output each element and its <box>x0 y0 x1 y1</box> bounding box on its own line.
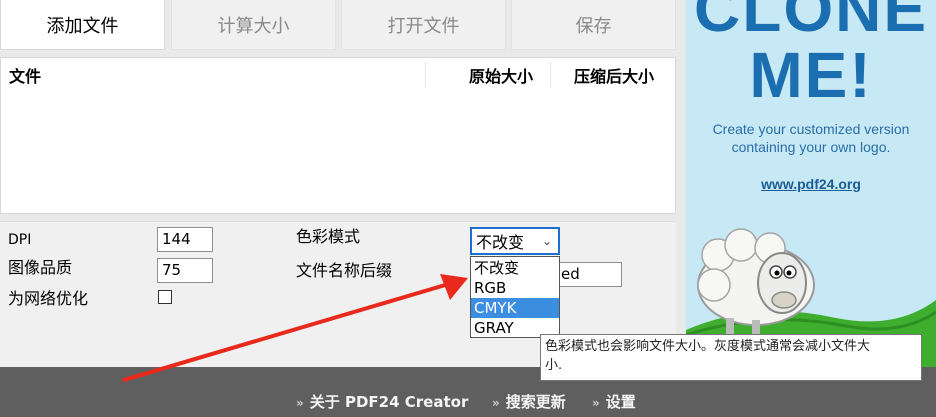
color-mode-select[interactable]: 不改变 ⌄ <box>470 227 560 255</box>
settings-label: 设置 <box>605 393 636 411</box>
about-link[interactable]: » 关于 PDF24 Creator <box>296 391 468 412</box>
file-list-header: 文件 原始大小 压缩后大小 <box>1 58 675 92</box>
color-mode-tooltip: 色彩模式也会影响文件大小。灰度模式通常会减小文件大 小. <box>540 334 922 381</box>
sheep-mascot-illustration <box>686 228 936 367</box>
open-file-button[interactable]: 打开文件 <box>341 0 506 50</box>
web-optimize-label: 为网络优化 <box>8 289 89 308</box>
column-divider <box>550 62 551 88</box>
chevron-right-icon: » <box>492 396 500 410</box>
column-header-compressed-size[interactable]: 压缩后大小 <box>574 58 654 92</box>
settings-link[interactable]: » 设置 <box>592 391 636 412</box>
filename-suffix-label: 文件名称后缀 <box>296 261 393 280</box>
dpi-input[interactable]: 144 <box>157 227 213 252</box>
color-mode-option-cmyk[interactable]: CMYK <box>471 298 559 318</box>
color-mode-option-rgb[interactable]: RGB <box>471 278 559 298</box>
color-mode-label: 色彩模式 <box>296 227 361 246</box>
file-list[interactable]: 文件 原始大小 压缩后大小 <box>0 57 676 214</box>
add-files-button[interactable]: 添加文件 <box>0 0 165 50</box>
calc-size-button[interactable]: 计算大小 <box>171 0 336 50</box>
save-label: 保存 <box>575 15 612 37</box>
ad-panel[interactable]: CLONE ME! Create your customized version… <box>686 0 936 367</box>
column-header-file[interactable]: 文件 <box>9 58 41 92</box>
column-header-original-size[interactable]: 原始大小 <box>469 58 533 92</box>
tooltip-line2: 小. <box>545 358 563 373</box>
column-divider <box>425 62 426 88</box>
check-updates-link[interactable]: » 搜索更新 <box>492 391 566 412</box>
color-mode-selected-value: 不改变 <box>476 233 525 252</box>
add-files-label: 添加文件 <box>46 15 119 37</box>
chevron-right-icon: » <box>296 396 304 410</box>
chevron-down-icon: ⌄ <box>541 234 552 248</box>
quality-label: 图像品质 <box>8 258 73 277</box>
filename-suffix-input[interactable]: ed <box>556 262 622 287</box>
quality-input[interactable]: 75 <box>157 258 213 283</box>
dpi-label: DPI <box>8 232 32 248</box>
open-file-label: 打开文件 <box>387 15 460 37</box>
calc-size-label: 计算大小 <box>217 15 290 37</box>
tooltip-line1: 色彩模式也会影响文件大小。灰度模式通常会减小文件大 <box>545 339 871 354</box>
chevron-right-icon: » <box>592 396 600 410</box>
color-mode-option-unchanged[interactable]: 不改变 <box>471 258 559 278</box>
web-optimize-checkbox[interactable] <box>158 290 172 304</box>
color-mode-dropdown[interactable]: 不改变 RGB CMYK GRAY <box>470 256 560 338</box>
check-updates-label: 搜索更新 <box>505 393 566 411</box>
save-button[interactable]: 保存 <box>511 0 676 50</box>
about-label: 关于 PDF24 Creator <box>309 393 469 411</box>
